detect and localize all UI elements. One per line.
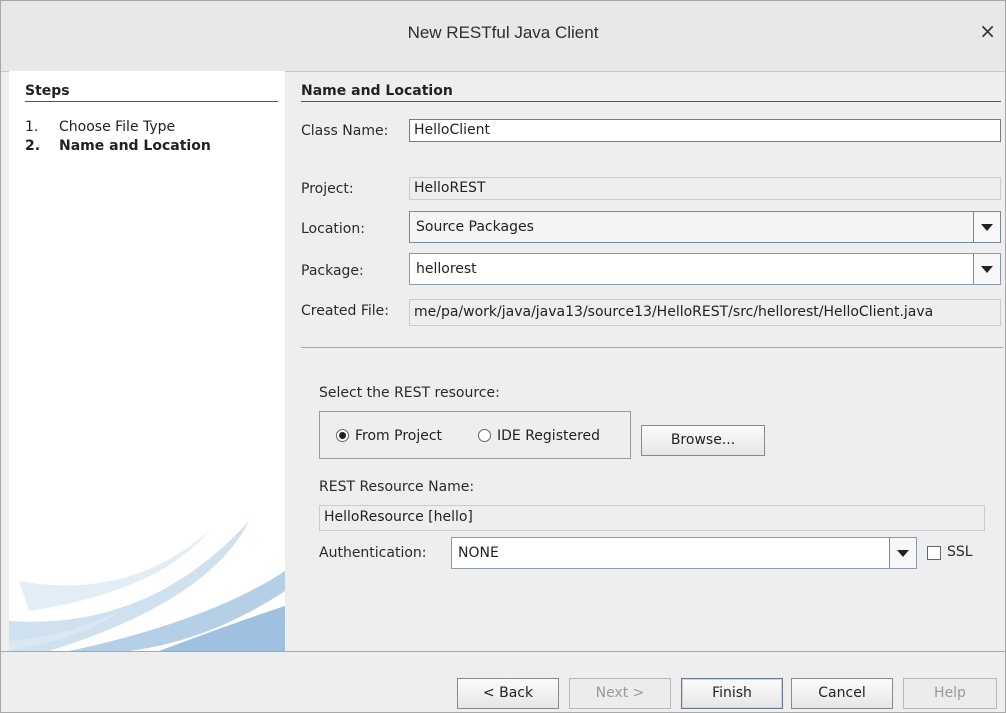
steps-divider	[25, 101, 278, 102]
step-label: Choose File Type	[59, 119, 176, 135]
ide-registered-label: IDE Registered	[497, 428, 601, 444]
dialog-title: New RESTful Java Client	[407, 23, 599, 42]
footer-divider	[1, 651, 1005, 652]
chevron-down-icon[interactable]	[889, 538, 916, 568]
steps-panel: Steps 1. Choose File Type 2. Name and Loca…	[9, 71, 285, 651]
radio-selected-icon	[336, 429, 349, 442]
from-project-label: From Project	[355, 428, 443, 444]
created-file-label: Created File:	[301, 303, 389, 319]
authentication-combobox[interactable]: NONE	[451, 537, 917, 569]
ssl-checkbox[interactable]	[927, 546, 941, 560]
content-panel: Name and Location Class Name: HelloClien…	[285, 71, 1005, 651]
select-rest-resource-label: Select the REST resource:	[319, 385, 500, 401]
rest-resource-name-field: HelloResource [hello]	[319, 505, 985, 531]
package-combobox[interactable]: hellorest	[409, 253, 1001, 285]
package-label: Package:	[301, 263, 364, 279]
browse-button[interactable]: Browse...	[641, 425, 765, 456]
chevron-down-icon[interactable]	[973, 254, 1000, 284]
step-label: Name and Location	[59, 138, 211, 154]
step-number: 2.	[25, 138, 41, 154]
rest-resource-name-label: REST Resource Name:	[319, 479, 475, 495]
chevron-down-icon[interactable]	[973, 212, 1000, 242]
step-number: 1.	[25, 119, 39, 135]
location-combobox[interactable]: Source Packages	[409, 211, 1001, 243]
location-label: Location:	[301, 221, 365, 237]
ssl-label: SSL	[947, 544, 973, 560]
step-choose-file-type: 1. Choose File Type	[25, 119, 175, 135]
steps-heading: Steps	[25, 83, 70, 99]
close-icon[interactable]: ×	[979, 21, 996, 41]
from-project-radio[interactable]: From Project	[336, 428, 442, 444]
radio-unselected-icon	[478, 429, 491, 442]
title-bar: New RESTful Java Client ×	[1, 1, 1005, 72]
netbeans-swoosh-graphic	[9, 521, 285, 651]
cancel-button[interactable]: Cancel	[791, 678, 893, 709]
section-divider	[301, 101, 1001, 102]
form-separator	[301, 347, 1003, 348]
package-value: hellorest	[416, 261, 477, 277]
class-name-input[interactable]: HelloClient	[409, 119, 1001, 142]
project-label: Project:	[301, 181, 354, 197]
step-name-and-location: 2. Name and Location	[25, 138, 211, 154]
project-field: HelloREST	[409, 177, 1001, 200]
ide-registered-radio[interactable]: IDE Registered	[478, 428, 600, 444]
location-value: Source Packages	[416, 219, 534, 235]
help-button[interactable]: Help	[903, 678, 997, 709]
new-restful-java-client-dialog: New RESTful Java Client × Steps 1. Choose…	[0, 0, 1006, 713]
created-file-value: me/pa/work/java/java13/source13/HelloRES…	[414, 304, 934, 320]
created-file-field: me/pa/work/java/java13/source13/HelloRES…	[409, 299, 1001, 326]
authentication-value: NONE	[458, 545, 499, 561]
finish-button[interactable]: Finish	[681, 678, 783, 709]
rest-resource-source-group: From Project IDE Registered	[319, 411, 631, 459]
next-button[interactable]: Next >	[569, 678, 671, 709]
back-button[interactable]: < Back	[457, 678, 559, 709]
section-title: Name and Location	[301, 83, 453, 99]
class-name-label: Class Name:	[301, 123, 389, 139]
authentication-label: Authentication:	[319, 545, 427, 561]
